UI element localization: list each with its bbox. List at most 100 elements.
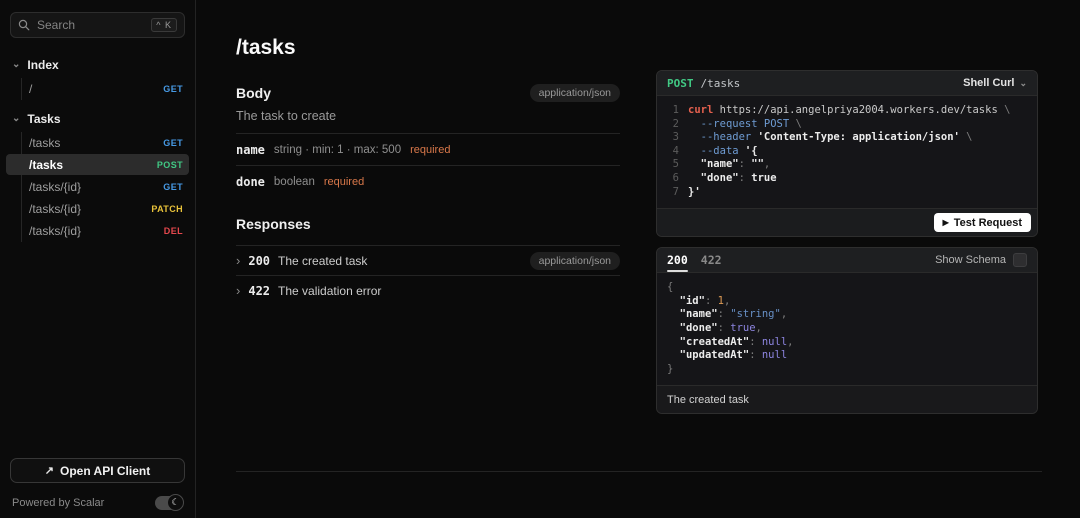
open-api-client-button[interactable]: ↗ Open API Client [10, 458, 185, 483]
endpoint-path: /tasks/{id} [29, 201, 82, 216]
line-number: 7 [672, 185, 679, 198]
method-badge: GET [163, 83, 183, 94]
request-method: POST [667, 76, 694, 90]
sidebar-group-label: Tasks [27, 112, 61, 126]
response-description: The created task [278, 253, 368, 268]
sidebar-item-tasks-id-patch[interactable]: /tasks/{id} PATCH [6, 198, 189, 219]
endpoint-doc-column: Body application/json The task to create… [236, 84, 620, 305]
endpoint-path: /tasks/{id} [29, 179, 82, 194]
response-code: 422 [248, 283, 271, 298]
response-code-block: { "id": 1, "name": "string", "done": tru… [657, 273, 1037, 385]
sidebar-nav: ⌄ Index / GET ⌄ Tasks/tasks GET/tasks POST/task… [0, 50, 195, 448]
client-selector-label: Shell Curl [963, 77, 1015, 89]
field-type: boolean [273, 175, 315, 188]
sidebar-item-tasks-get[interactable]: /tasks GET [6, 132, 189, 153]
method-badge: POST [156, 159, 183, 170]
code-line: 1 curl https://api.angelpriya2004.workers… [667, 104, 1027, 118]
code-line: "updatedAt": null [679, 349, 788, 362]
open-api-client-label: Open API Client [59, 463, 151, 478]
responses-heading: Responses [236, 216, 311, 232]
response-tab-200[interactable]: 200 [667, 248, 688, 273]
request-code-block: 1 curl https://api.angelpriya2004.workers… [657, 96, 1037, 208]
response-code: 200 [248, 253, 271, 268]
field-required-badge: required [323, 175, 365, 188]
sidebar-group-index[interactable]: ⌄ Index [0, 54, 195, 76]
method-badge: GET [163, 137, 183, 148]
chevron-down-icon: ⌄ [12, 59, 21, 70]
code-line: "done": true, [679, 321, 762, 334]
section-divider [236, 471, 1042, 472]
line-number: 5 [672, 158, 679, 171]
field-name: name [236, 142, 265, 157]
dark-mode-toggle[interactable]: ☾ [155, 494, 184, 511]
search-placeholder: Search [37, 18, 76, 32]
code-line: 3 --header 'Content-Type: application/js… [667, 131, 1027, 145]
sidebar-item-get[interactable]: / GET [6, 78, 189, 99]
code-line: 2 --request POST \ [667, 118, 1027, 132]
chevron-down-icon: ⌄ [1019, 77, 1027, 88]
chevron-right-icon: › [236, 283, 241, 298]
field-type: string · min: 1 · max: 500 [273, 143, 402, 156]
response-tab-422[interactable]: 422 [701, 248, 722, 272]
method-badge: DEL [163, 225, 183, 236]
response-example-panel: 200 422 Show Schema { "id": 1, "name": "s… [656, 247, 1038, 415]
responses-list: › 200 The created task application/json › 422… [236, 245, 620, 305]
code-line: { [667, 281, 674, 294]
client-selector[interactable]: Shell Curl ⌄ [963, 77, 1027, 89]
endpoint-path: /tasks [29, 135, 61, 150]
body-field-done: done boolean required [236, 165, 620, 197]
endpoint-path: /tasks [29, 157, 64, 172]
code-line: 7}' [667, 186, 1027, 200]
request-example-panel: POST /tasks Shell Curl ⌄ 1 curl https://a… [656, 70, 1038, 238]
body-field-name: name string · min: 1 · max: 500 required [236, 133, 620, 165]
example-column: POST /tasks Shell Curl ⌄ 1 curl https://a… [656, 70, 1038, 415]
response-tabs: 200 422 [667, 248, 722, 273]
chevron-right-icon: › [236, 253, 241, 268]
sidebar-group-items: /tasks GET/tasks POST/tasks/{id} GET/tasks/… [0, 130, 195, 246]
response-footer-description: The created task [667, 393, 749, 406]
sidebar-footer: ↗ Open API Client Powered by Scalar ☾ [0, 448, 195, 518]
line-number: 6 [672, 171, 679, 184]
sidebar-group-tasks[interactable]: ⌄ Tasks [0, 108, 195, 130]
response-row-422[interactable]: › 422 The validation error [236, 275, 620, 305]
code-line: "createdAt": null, [679, 335, 794, 348]
sidebar-item-tasks-id-del[interactable]: /tasks/{id} DEL [6, 220, 189, 241]
endpoint-path: /tasks/{id} [29, 223, 82, 238]
request-path: /tasks [700, 76, 741, 90]
test-request-button[interactable]: ▶ Test Request [933, 213, 1031, 233]
line-number: 2 [672, 117, 679, 130]
schema-checkbox-icon [1013, 253, 1027, 268]
code-line: "name": "string", [679, 308, 788, 321]
body-description: The task to create [236, 109, 337, 123]
sidebar: Search ^ K ⌄ Index / GET ⌄ Tasks/tasks GET/tas… [0, 0, 196, 518]
code-line: 5 "name": "", [667, 158, 1027, 172]
sidebar-group-label: Index [27, 58, 59, 72]
search-shortcut: ^ K [151, 18, 177, 32]
sidebar-group-items: / GET [0, 76, 195, 104]
response-description: The validation error [278, 283, 382, 298]
field-required-badge: required [410, 143, 451, 156]
show-schema-toggle[interactable]: Show Schema [935, 253, 1027, 268]
sidebar-item-tasks-id-get[interactable]: /tasks/{id} GET [6, 176, 189, 197]
endpoint-path: / [29, 81, 33, 96]
method-badge: PATCH [151, 203, 183, 214]
search-icon [18, 19, 30, 31]
code-line: 6 "done": true [667, 172, 1027, 186]
content-type-badge: application/json [529, 251, 620, 270]
external-link-icon: ↗ [44, 465, 54, 477]
content-type-badge: application/json [529, 84, 620, 102]
code-line: "id": 1, [679, 294, 731, 307]
search-input[interactable]: Search ^ K [10, 12, 185, 38]
page-title: /tasks [236, 36, 296, 59]
code-line: } [667, 362, 674, 375]
test-request-label: Test Request [953, 216, 1022, 229]
line-number: 3 [672, 131, 679, 144]
method-badge: GET [163, 181, 183, 192]
sidebar-item-tasks-post[interactable]: /tasks POST [6, 154, 189, 175]
chevron-down-icon: ⌄ [12, 113, 21, 124]
line-number: 4 [672, 144, 679, 157]
response-row-200[interactable]: › 200 The created task application/json [236, 245, 620, 275]
field-name: done [236, 174, 265, 189]
powered-by-label: Powered by Scalar [12, 497, 105, 509]
body-section-heading: Body [236, 85, 271, 101]
